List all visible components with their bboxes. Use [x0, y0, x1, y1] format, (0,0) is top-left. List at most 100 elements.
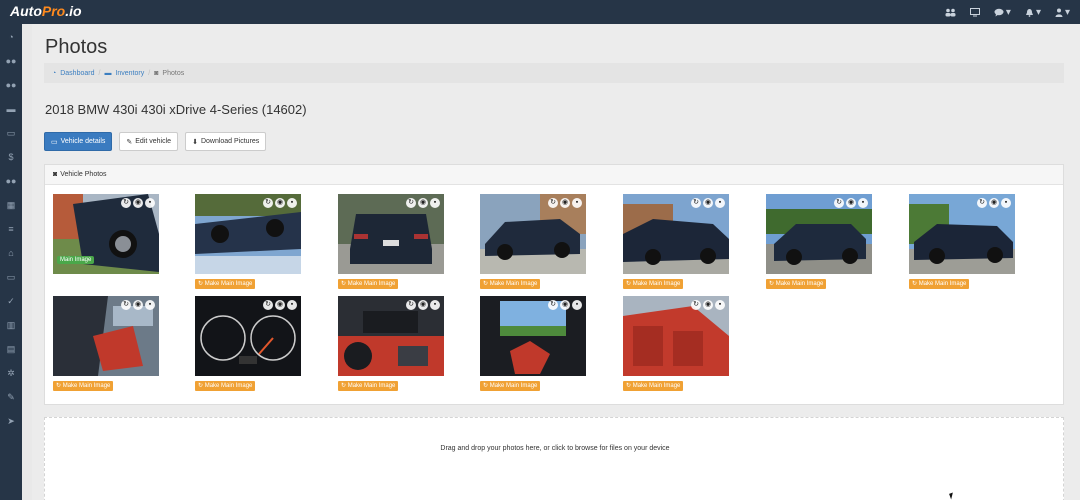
make-main-image-button[interactable]: ↻ Make Main Image: [195, 279, 256, 289]
send-icon[interactable]: ➤: [0, 416, 22, 427]
bar-chart-icon[interactable]: ▤: [0, 344, 22, 355]
eye-icon[interactable]: ◉: [846, 198, 856, 208]
app-logo[interactable]: AutoPro.io: [10, 3, 82, 19]
download-pictures-label: Download Pictures: [200, 138, 260, 145]
photo-thumbnail[interactable]: ↻ ◉ ▪: [338, 194, 444, 274]
rotate-icon[interactable]: ↻: [977, 198, 987, 208]
eye-icon[interactable]: ◉: [133, 300, 143, 310]
thumbs-up-icon[interactable]: ✓: [0, 296, 22, 307]
make-main-image-button[interactable]: ↻ Make Main Image: [338, 279, 399, 289]
rotate-icon[interactable]: ↻: [691, 198, 701, 208]
photo-thumbnail[interactable]: ↻ ◉ ▪: [53, 296, 159, 376]
chevron-down-icon: ▾: [1035, 6, 1041, 18]
make-main-image-button[interactable]: ↻ Make Main Image: [480, 279, 541, 289]
eye-icon[interactable]: ◉: [703, 198, 713, 208]
rotate-icon[interactable]: ↻: [263, 300, 273, 310]
make-main-label: Make Main Image: [62, 383, 111, 389]
rotate-icon[interactable]: ↻: [121, 300, 131, 310]
make-main-image-button[interactable]: ↻ Make Main Image: [53, 381, 114, 391]
eye-icon[interactable]: ◉: [989, 198, 999, 208]
settings-icon[interactable]: ✲: [0, 368, 22, 379]
trash-icon[interactable]: ▪: [430, 198, 440, 208]
edit-vehicle-label: Edit vehicle: [135, 138, 172, 145]
eye-icon[interactable]: ◉: [418, 300, 428, 310]
make-main-label: Make Main Image: [347, 281, 396, 287]
monitor-icon[interactable]: [969, 7, 980, 17]
rotate-icon[interactable]: ↻: [121, 198, 131, 208]
make-main-image-button[interactable]: ↻ Make Main Image: [338, 381, 399, 391]
trash-icon[interactable]: ▪: [858, 198, 868, 208]
dollar-icon[interactable]: $: [0, 152, 22, 162]
bank-icon[interactable]: ⌂: [0, 248, 22, 258]
download-pictures-button[interactable]: ⬇ Download Pictures: [185, 132, 267, 151]
photo-thumbnail[interactable]: ↻ ◉ ▪: [195, 296, 301, 376]
eye-icon[interactable]: ◉: [275, 300, 285, 310]
vehicle-details-button[interactable]: ▭ Vehicle details: [44, 132, 113, 151]
photo-thumbnail[interactable]: ↻ ◉ ▪: [480, 194, 586, 274]
make-main-image-button[interactable]: ↻ Make Main Image: [195, 381, 256, 391]
photo-thumbnail[interactable]: ↻ ◉ ▪: [338, 296, 444, 376]
make-main-image-button[interactable]: ↻ Make Main Image: [909, 279, 970, 289]
bell-icon[interactable]: ▾: [1025, 7, 1041, 18]
rotate-icon[interactable]: ↻: [406, 198, 416, 208]
dashboard-icon[interactable]: ◔: [0, 32, 22, 42]
breadcrumb-current: Photos: [162, 69, 185, 77]
trash-icon[interactable]: ▪: [1001, 198, 1011, 208]
breadcrumb-inventory[interactable]: Inventory: [115, 70, 144, 77]
eye-icon[interactable]: ◉: [418, 198, 428, 208]
chat-icon[interactable]: ▾: [994, 7, 1011, 18]
eye-icon[interactable]: ◉: [560, 300, 570, 310]
rotate-icon[interactable]: ↻: [263, 198, 273, 208]
user-icon[interactable]: ▾: [1055, 7, 1070, 18]
edit-vehicle-button[interactable]: ✎ Edit vehicle: [119, 132, 179, 151]
logo-text-main: Auto: [10, 3, 42, 19]
breadcrumb-separator: /: [98, 69, 101, 77]
make-main-label: Make Main Image: [204, 383, 253, 389]
photo-thumbnail[interactable]: ↻ ◉ ▪: [195, 194, 301, 274]
chevron-down-icon: ▾: [1064, 6, 1070, 18]
rotate-icon[interactable]: ↻: [406, 300, 416, 310]
rotate-icon[interactable]: ↻: [834, 198, 844, 208]
car-icon[interactable]: ▬: [0, 104, 22, 114]
list-icon[interactable]: ≡: [0, 224, 22, 234]
trash-icon[interactable]: ▪: [572, 300, 582, 310]
photo-thumbnail[interactable]: ↻ ◉ ▪: [623, 194, 729, 274]
trash-icon[interactable]: ▪: [430, 300, 440, 310]
wrench-icon[interactable]: ✎: [0, 392, 22, 403]
money-icon[interactable]: ▭: [0, 272, 22, 283]
trash-icon[interactable]: ▪: [287, 300, 297, 310]
eye-icon[interactable]: ◉: [560, 198, 570, 208]
team-icon[interactable]: ●●: [0, 176, 22, 186]
photo-thumbnail[interactable]: ↻ ◉ ▪: [909, 194, 1015, 274]
trash-icon[interactable]: ▪: [287, 198, 297, 208]
trash-icon[interactable]: ▪: [715, 198, 725, 208]
make-main-image-button[interactable]: ↻ Make Main Image: [623, 381, 684, 391]
users-icon[interactable]: [945, 8, 956, 17]
chart-icon[interactable]: ▥: [0, 320, 22, 331]
photo-thumbnail[interactable]: ↻ ◉ ▪: [766, 194, 872, 274]
photo-thumbnail[interactable]: ↻ ◉ ▪: [480, 296, 586, 376]
chevron-down-icon: ▾: [1005, 6, 1011, 18]
make-main-label: Make Main Image: [204, 281, 253, 287]
calendar-icon[interactable]: ▦: [0, 200, 22, 211]
rotate-icon[interactable]: ↻: [548, 198, 558, 208]
eye-icon[interactable]: ◉: [133, 198, 143, 208]
trash-icon[interactable]: ▪: [145, 198, 155, 208]
customers-icon[interactable]: ●●: [0, 56, 22, 66]
make-main-image-button[interactable]: ↻ Make Main Image: [766, 279, 827, 289]
make-main-image-button[interactable]: ↻ Make Main Image: [480, 381, 541, 391]
photo-dropzone[interactable]: Drag and drop your photos here, or click…: [44, 417, 1064, 500]
rotate-icon[interactable]: ↻: [691, 300, 701, 310]
eye-icon[interactable]: ◉: [275, 198, 285, 208]
trash-icon[interactable]: ▪: [145, 300, 155, 310]
make-main-image-button[interactable]: ↻ Make Main Image: [623, 279, 684, 289]
breadcrumb-dashboard[interactable]: Dashboard: [60, 70, 94, 77]
rotate-icon[interactable]: ↻: [548, 300, 558, 310]
id-card-icon[interactable]: ▭: [0, 128, 22, 139]
photo-thumbnail[interactable]: ↻ ◉ ▪ Main Image: [53, 194, 159, 274]
trash-icon[interactable]: ▪: [715, 300, 725, 310]
eye-icon[interactable]: ◉: [703, 300, 713, 310]
photo-thumbnail[interactable]: ↻ ◉ ▪: [623, 296, 729, 376]
trash-icon[interactable]: ▪: [572, 198, 582, 208]
contacts-icon[interactable]: ●●: [0, 80, 22, 90]
